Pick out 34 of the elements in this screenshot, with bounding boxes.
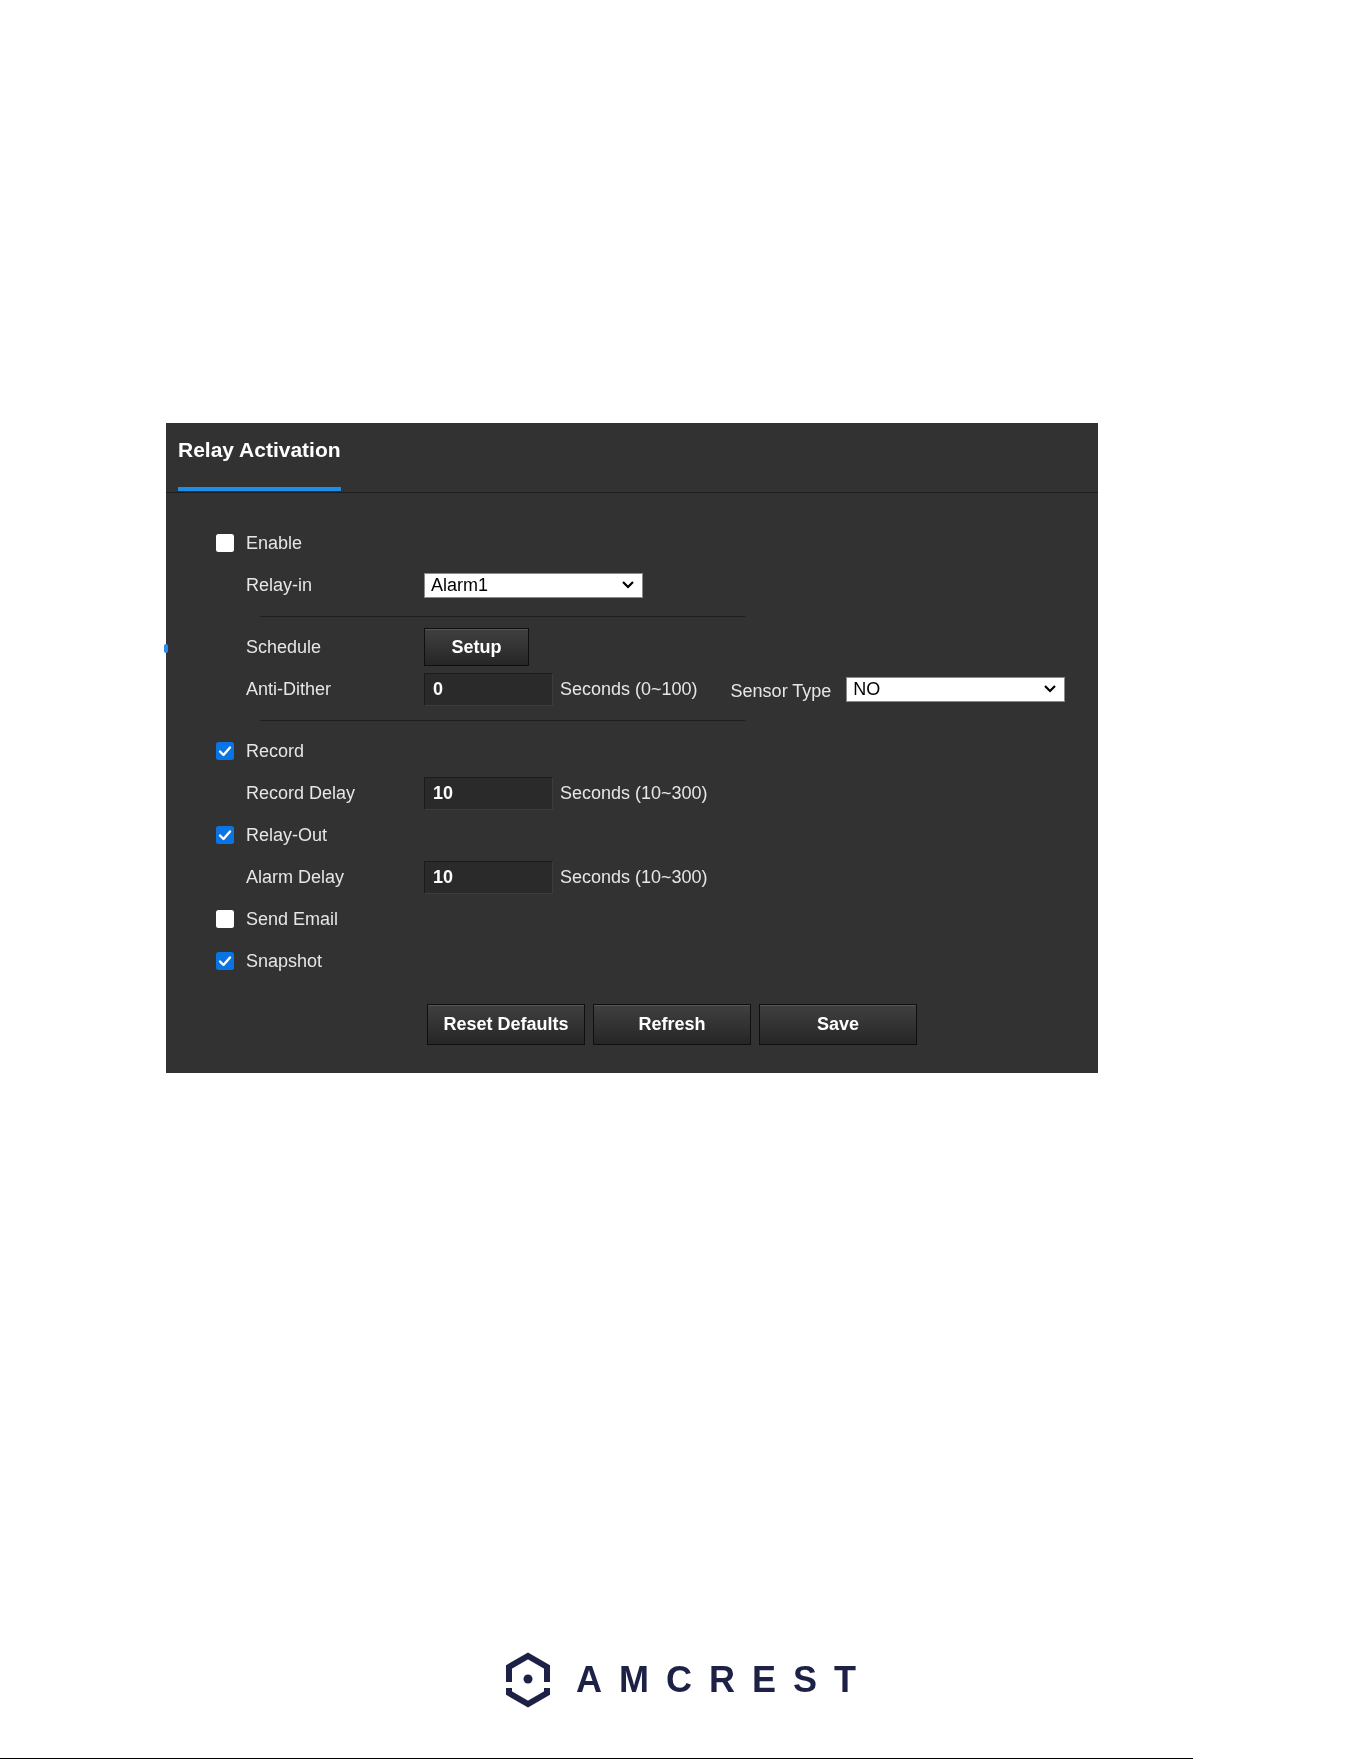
dropdown[interactable]: Alarm1: [424, 572, 643, 598]
action-button[interactable]: Save: [759, 1004, 917, 1045]
logo-text: AMCREST: [576, 1660, 873, 1700]
action-button[interactable]: Reset Defaults: [427, 1004, 585, 1045]
field-label: Sensor Type: [730, 681, 832, 702]
input-field[interactable]: 10: [424, 860, 553, 894]
checkbox[interactable]: [216, 534, 234, 552]
action-button[interactable]: Refresh: [593, 1004, 751, 1045]
unit-label: Seconds (0~100): [560, 678, 698, 700]
input-field[interactable]: 10: [424, 776, 553, 810]
field-label: Anti-Dither: [246, 678, 333, 700]
checkbox[interactable]: [216, 826, 234, 844]
checkbox-label: Record: [246, 740, 305, 762]
field-label: Relay-in: [246, 574, 314, 596]
setup-button[interactable]: Setup: [424, 628, 529, 666]
chevron-down-icon: [622, 581, 634, 589]
tab[interactable]: Relay Activation: [178, 427, 341, 491]
input-field[interactable]: 0: [424, 672, 553, 706]
unit-label: Seconds (10~300): [560, 866, 708, 888]
checkbox[interactable]: [216, 742, 234, 760]
checkbox-label: Snapshot: [246, 950, 323, 972]
field-label: Alarm Delay: [246, 866, 346, 888]
checkbox[interactable]: [216, 910, 234, 928]
field-label: Schedule: [246, 636, 323, 658]
logo-icon: [505, 1652, 551, 1708]
checkbox-label: Enable: [246, 532, 303, 554]
checkbox[interactable]: [216, 952, 234, 970]
dropdown[interactable]: NO: [846, 676, 1066, 702]
edge-marker-icon: [164, 644, 168, 653]
checkbox-label: Relay-Out: [246, 824, 328, 846]
field-label: Record Delay: [246, 782, 357, 804]
unit-label: Seconds (10~300): [560, 782, 708, 804]
chevron-down-icon: [1044, 685, 1057, 693]
checkbox-label: Send Email: [246, 908, 339, 930]
